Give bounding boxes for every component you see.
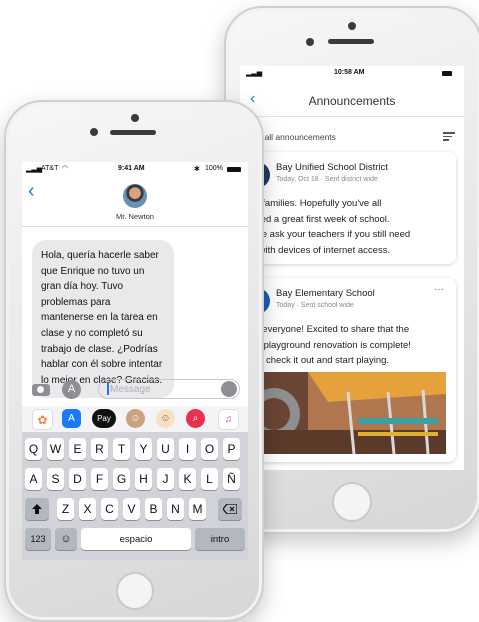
status-time: 9:41 AM [118,165,145,172]
key-x[interactable]: X [79,498,96,520]
home-button[interactable] [332,482,372,522]
key-a[interactable]: A [25,468,42,490]
key-p[interactable]: P [223,438,240,460]
key-m[interactable]: M [189,498,206,520]
app-store-icon[interactable]: A [62,409,81,428]
key-t[interactable]: T [113,438,130,460]
space-key[interactable]: espacio [81,528,191,550]
search-images-icon[interactable]: ⌕ [186,409,205,428]
key-g[interactable]: G [113,468,130,490]
sensor-dot [90,128,98,136]
message-bubble[interactable]: Hola, quería hacerle saber que Enrique n… [32,240,174,398]
earpiece-speaker [328,39,374,44]
backspace-icon [223,504,237,514]
message-input[interactable]: Message [98,379,240,399]
front-camera [348,22,356,30]
shift-key[interactable] [25,498,49,520]
battery-icon [442,71,452,76]
audio-record-icon[interactable] [221,381,237,397]
key-i[interactable]: I [179,438,196,460]
front-camera [131,114,139,122]
animoji-monkey-icon[interactable]: ☺ [156,409,175,428]
key-enye[interactable]: Ñ [223,468,240,490]
post-meta: Today, Oct 18 · Sent district wide [276,176,378,183]
status-bar: ▂▃▅ AT&T ◠ 9:41 AM ✱ 100% [22,162,248,176]
carrier-label: AT&T [41,165,59,172]
key-j[interactable]: J [157,468,174,490]
status-bar: ▂▃▅ 10:58 AM [240,66,464,80]
header-divider [22,226,248,227]
music-app-icon[interactable]: ♫ [218,409,239,430]
status-time: 10:58 AM [334,69,365,76]
apple-pay-label: Pay [97,414,111,423]
front-phone: ▂▃▅ AT&T ◠ 9:41 AM ✱ 100% ‹ Mr. Newton H… [4,100,264,622]
key-k[interactable]: K [179,468,196,490]
memoji-icon[interactable]: ☺ [126,409,145,428]
page-title: Announcements [308,94,396,108]
more-options-button[interactable]: ··· [434,284,444,295]
key-w[interactable]: W [47,438,64,460]
key-v[interactable]: V [123,498,140,520]
text-cursor [107,383,109,395]
wifi-icon: ◠ [62,165,69,172]
bluetooth-icon: ✱ [194,166,200,173]
post-org-name: Bay Elementary School [276,288,375,299]
key-c[interactable]: C [101,498,118,520]
post-meta: Today · Sent school wide [276,302,354,309]
post-body: Hello everyone! Excited to share that th… [240,324,411,366]
photos-app-icon[interactable]: ✿ [32,409,53,430]
app-strip: ✿ A Pay ☺ ☺ ⌕ ♫ [22,406,248,432]
announcement-card-school[interactable]: Bay Elementary School Today · Sent schoo… [240,278,456,462]
key-e[interactable]: E [69,438,86,460]
key-q[interactable]: Q [25,438,42,460]
sensor-dot [306,38,314,46]
key-z[interactable]: Z [57,498,74,520]
key-f[interactable]: F [91,468,108,490]
battery-percent: 100% [205,165,223,172]
announcements-screen: ▂▃▅ 10:58 AM ‹ Announcements owing all a… [240,66,464,470]
earpiece-speaker [110,130,156,135]
key-o[interactable]: O [201,438,218,460]
camera-button[interactable] [32,384,50,396]
key-h[interactable]: H [135,468,152,490]
keyboard: Q W E R T Y U I O P A S D F G H J K L Ñ … [22,432,248,560]
back-button[interactable]: ‹ [28,180,35,203]
signal-icon: ▂▃▅ [26,166,43,173]
announcement-card-district[interactable]: Bay Unified School District Today, Oct 1… [240,152,456,264]
key-d[interactable]: D [69,468,86,490]
key-u[interactable]: U [157,438,174,460]
key-r[interactable]: R [91,438,108,460]
app-store-button[interactable]: A [62,380,81,399]
post-org-name: Bay Unified School District [276,162,388,173]
key-l[interactable]: L [201,468,218,490]
key-s[interactable]: S [47,468,64,490]
return-key[interactable]: intro [195,528,245,550]
emoji-key[interactable]: ☺ [55,528,77,550]
key-n[interactable]: N [167,498,184,520]
playground-photo[interactable] [240,372,446,454]
contact-name[interactable]: Mr. Newton [22,212,248,221]
key-y[interactable]: Y [135,438,152,460]
shift-arrow-icon [32,504,42,514]
key-b[interactable]: B [145,498,162,520]
battery-icon [227,167,241,172]
playground-illustration [240,372,446,454]
delete-key[interactable] [218,498,242,520]
post-body: Hello families. Hopefully you've all enj… [240,198,411,256]
home-button[interactable] [116,572,154,610]
numbers-key[interactable]: 123 [25,528,51,550]
message-placeholder: Message [110,384,151,395]
contact-avatar[interactable] [123,184,147,208]
header-divider [240,116,464,117]
filter-icon[interactable] [443,132,455,141]
messages-screen: ▂▃▅ AT&T ◠ 9:41 AM ✱ 100% ‹ Mr. Newton H… [22,162,248,560]
signal-icon: ▂▃▅ [246,70,263,77]
apple-pay-icon[interactable]: Pay [92,409,116,428]
